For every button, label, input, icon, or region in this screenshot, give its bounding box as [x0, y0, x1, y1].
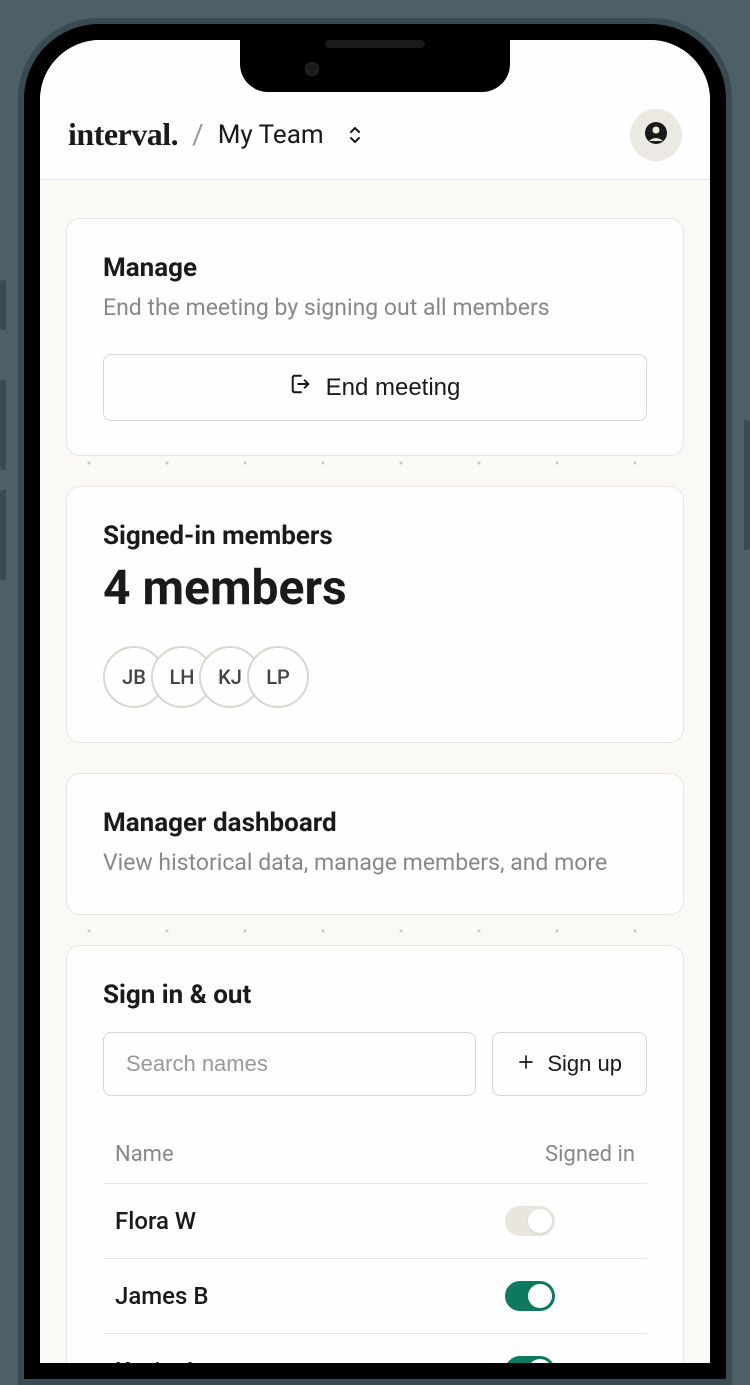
chevron-updown-icon — [348, 126, 362, 144]
signed-in-toggle[interactable] — [505, 1356, 555, 1363]
manage-card: Manage End the meeting by signing out al… — [66, 218, 684, 456]
members-card: Signed-in members 4 members JB LH KJ LP — [66, 486, 684, 743]
table-header: Name Signed in — [103, 1126, 647, 1184]
dashboard-card[interactable]: Manager dashboard View historical data, … — [66, 773, 684, 914]
member-name: Flora W — [115, 1207, 505, 1235]
dashboard-subtitle: View historical data, manage members, an… — [103, 846, 627, 879]
profile-button[interactable] — [630, 109, 682, 161]
avatar-group: JB LH KJ LP — [103, 646, 647, 708]
avatar: LP — [247, 646, 309, 708]
signed-in-toggle[interactable] — [505, 1206, 555, 1236]
search-input[interactable] — [103, 1032, 476, 1096]
signout-icon — [290, 373, 312, 402]
members-title: Signed-in members — [103, 521, 647, 551]
column-signed-in: Signed in — [505, 1142, 635, 1167]
breadcrumb-separator: / — [192, 118, 204, 151]
main-content: Manage End the meeting by signing out al… — [40, 180, 710, 1363]
team-selector[interactable]: My Team — [218, 120, 362, 150]
table-row: James B — [103, 1259, 647, 1334]
member-name: Kevin J — [115, 1357, 505, 1363]
plus-icon — [517, 1051, 535, 1077]
team-name: My Team — [218, 120, 324, 150]
manage-title: Manage — [103, 253, 647, 283]
signup-label: Sign up — [547, 1051, 622, 1077]
signed-in-toggle[interactable] — [505, 1281, 555, 1311]
end-meeting-button[interactable]: End meeting — [103, 354, 647, 421]
signup-button[interactable]: Sign up — [492, 1032, 647, 1096]
manage-subtitle: End the meeting by signing out all membe… — [103, 291, 647, 324]
user-icon — [644, 121, 668, 149]
table-row: Kevin J — [103, 1334, 647, 1363]
end-meeting-label: End meeting — [326, 374, 461, 402]
dashboard-title: Manager dashboard — [103, 808, 627, 838]
members-count: 4 members — [103, 559, 647, 616]
member-name: James B — [115, 1282, 505, 1310]
members-table: Name Signed in Flora W James B — [103, 1126, 647, 1363]
logo: interval. — [68, 116, 178, 153]
column-name: Name — [115, 1142, 505, 1167]
signin-title: Sign in & out — [103, 980, 647, 1010]
table-row: Flora W — [103, 1184, 647, 1259]
signin-card: Sign in & out Sign up — [66, 945, 684, 1363]
